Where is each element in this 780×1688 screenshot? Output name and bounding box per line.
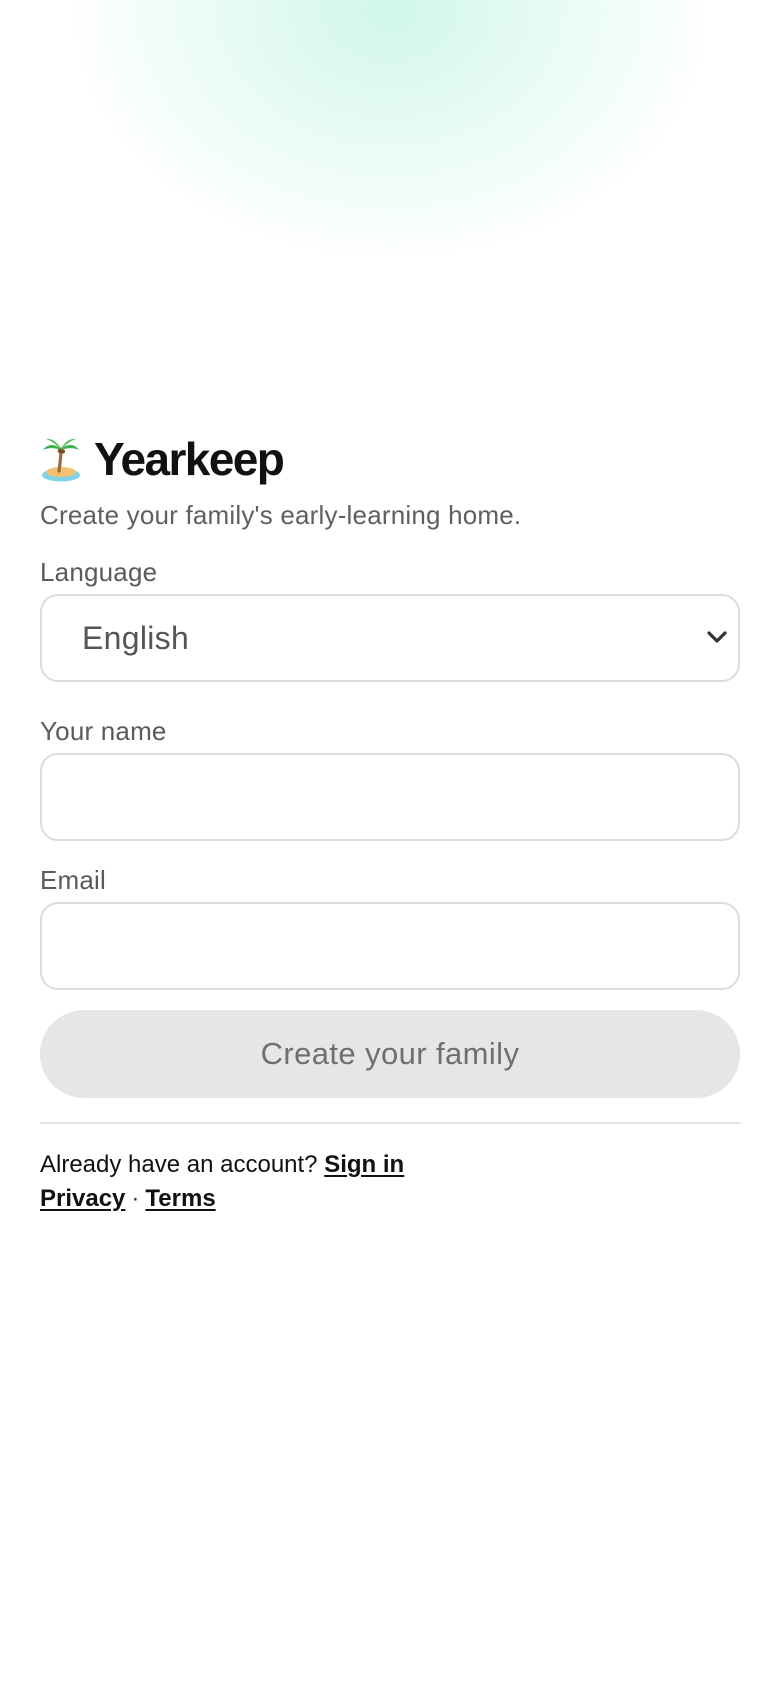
sign-in-row: Already have an account? Sign in — [40, 1148, 740, 1182]
link-separator: · — [131, 1185, 140, 1212]
sign-in-link[interactable]: Sign in — [324, 1151, 404, 1178]
name-field[interactable] — [40, 753, 740, 841]
privacy-link[interactable]: Privacy — [40, 1185, 125, 1212]
signup-form-container: Yearkeep Create your family's early-lear… — [40, 430, 740, 1216]
create-family-button[interactable]: Create your family — [40, 1010, 740, 1098]
email-label: Email — [40, 865, 107, 895]
app-name: Yearkeep — [94, 433, 285, 485]
footer: Already have an account? Sign in Privacy… — [40, 1148, 740, 1216]
signup-page: Yearkeep Create your family's early-lear… — [0, 0, 780, 1688]
language-select[interactable]: English — [40, 594, 740, 682]
legal-links: Privacy · Terms — [40, 1182, 740, 1216]
divider — [40, 1122, 740, 1124]
language-label: Language — [40, 557, 158, 587]
account-prompt: Already have an account? — [40, 1151, 318, 1178]
language-select-value: English — [82, 619, 190, 656]
background-glow — [70, 0, 710, 260]
terms-link[interactable]: Terms — [145, 1185, 215, 1212]
chevron-down-icon — [707, 631, 727, 643]
email-field[interactable] — [40, 902, 740, 990]
name-label: Your name — [40, 716, 167, 746]
page-subtitle: Create your family's early-learning home… — [40, 500, 522, 530]
desert-island-icon — [42, 438, 80, 482]
brand-header: Yearkeep — [40, 430, 740, 488]
